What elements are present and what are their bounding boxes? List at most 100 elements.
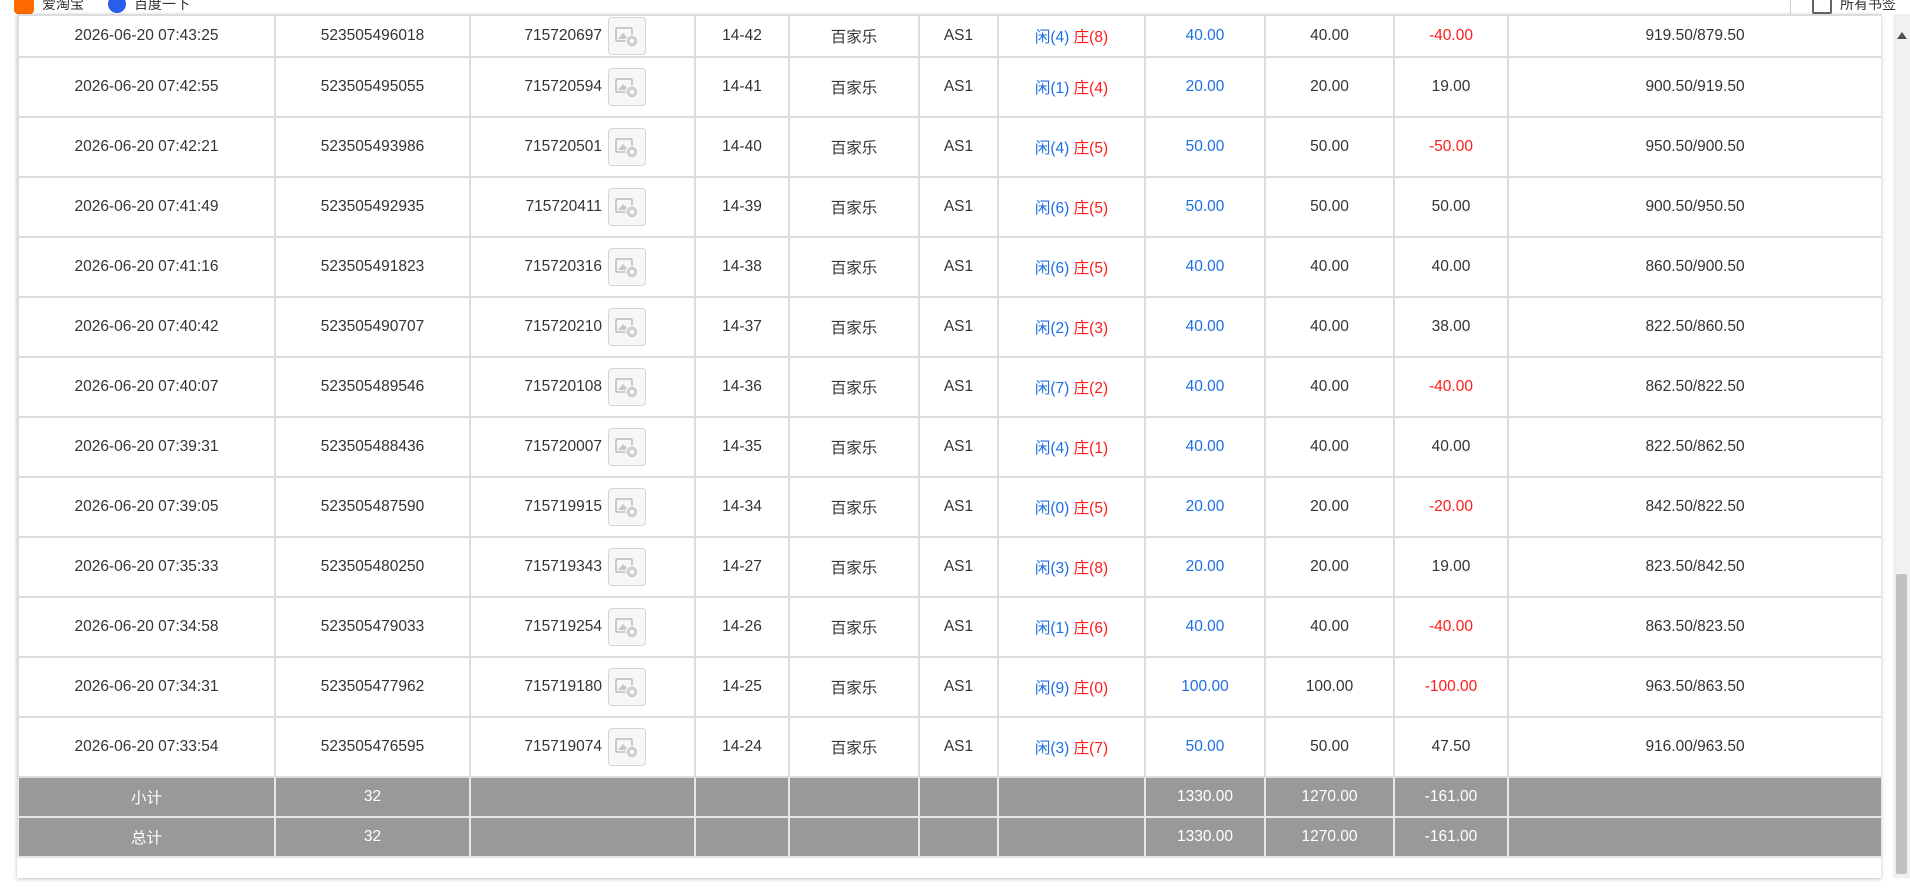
video-replay-icon[interactable] [608,488,646,526]
banker-result: 庄(3) [1073,320,1109,337]
game-id-cell: 715719180 [469,656,696,718]
player-result: 闲(9) [1034,680,1070,697]
video-replay-icon[interactable] [608,668,646,706]
result-cell: 闲(2) 庄(3) [997,296,1146,358]
balance-change: 863.50/823.50 [1507,596,1881,658]
subtotal-valid: 1270.00 [1264,776,1395,818]
game-type: 百家乐 [788,416,920,478]
table-row: 2026-06-20 07:42:55 523505495055 715720594… [17,56,1881,118]
bet-time: 2026-06-20 07:39:05 [17,476,276,538]
total-count: 32 [274,816,471,858]
table-row: 2026-06-20 07:39:05 523505487590 715719915… [17,476,1881,538]
order-number: 523505480250 [274,536,471,598]
order-number: 523505495055 [274,56,471,118]
subtotal-count: 32 [274,776,471,818]
table-code: AS1 [918,116,999,178]
video-replay-icon[interactable] [608,68,646,106]
game-type: 百家乐 [788,356,920,418]
game-type: 百家乐 [788,656,920,718]
player-result: 闲(3) [1034,560,1070,577]
game-id-cell: 715720594 [469,56,696,118]
player-result: 闲(7) [1034,380,1070,397]
video-replay-icon[interactable] [608,368,646,406]
order-number: 523505488436 [274,416,471,478]
game-id: 715719254 [524,618,602,635]
bookmark-baidu[interactable]: 百度一下 [108,0,190,14]
player-result: 闲(4) [1034,440,1070,457]
folder-icon [1812,0,1832,14]
video-replay-icon[interactable] [608,728,646,766]
banker-result: 庄(4) [1073,80,1109,97]
valid-bet: 20.00 [1264,536,1395,598]
video-replay-icon[interactable] [608,548,646,586]
video-replay-icon[interactable] [608,248,646,286]
bet-time: 2026-06-20 07:42:55 [17,56,276,118]
bet-amount: 40.00 [1144,596,1266,658]
video-replay-icon[interactable] [608,17,646,55]
result-cell: 闲(1) 庄(4) [997,56,1146,118]
game-id-cell: 715719343 [469,536,696,598]
balance-change: 919.50/879.50 [1507,14,1881,58]
table-code: AS1 [918,476,999,538]
all-bookmarks-button[interactable]: 所有书签 [1812,0,1896,14]
bet-time: 2026-06-20 07:41:16 [17,236,276,298]
table-row: 2026-06-20 07:42:21 523505493986 715720501… [17,116,1881,178]
valid-bet: 40.00 [1264,236,1395,298]
banker-result: 庄(8) [1073,29,1109,46]
table-code: AS1 [918,176,999,238]
player-result: 闲(6) [1034,200,1070,217]
win-loss: 40.00 [1393,236,1509,298]
order-number: 523505490707 [274,296,471,358]
page-scrollbar[interactable] [1893,14,1910,878]
game-type: 百家乐 [788,236,920,298]
video-replay-icon[interactable] [608,188,646,226]
subtotal-row: 小计 32 1330.00 1270.00 -161.00 [17,776,1881,818]
shoe-round: 14-38 [694,236,790,298]
video-replay-icon[interactable] [608,308,646,346]
order-number: 523505496018 [274,14,471,58]
bet-time: 2026-06-20 07:34:58 [17,596,276,658]
player-result: 闲(4) [1034,29,1070,46]
game-id: 715720007 [524,438,602,455]
shoe-round: 14-26 [694,596,790,658]
game-id: 715720501 [524,138,602,155]
video-replay-icon[interactable] [608,608,646,646]
baidu-paw-icon [108,0,126,13]
scroll-up-arrow-icon[interactable] [1897,32,1907,39]
game-id: 715719074 [524,738,602,755]
bet-amount: 40.00 [1144,356,1266,418]
shoe-round: 14-41 [694,56,790,118]
table-row: 2026-06-20 07:40:42 523505490707 715720210… [17,296,1881,358]
game-id-cell: 715719915 [469,476,696,538]
scrollbar-thumb[interactable] [1896,574,1907,874]
valid-bet: 50.00 [1264,176,1395,238]
order-number: 523505492935 [274,176,471,238]
table-row: 2026-06-20 07:34:31 523505477962 715719180… [17,656,1881,718]
game-id: 715720108 [524,378,602,395]
order-number: 523505477962 [274,656,471,718]
win-loss: 40.00 [1393,416,1509,478]
bet-amount: 50.00 [1144,716,1266,778]
game-type: 百家乐 [788,716,920,778]
order-number: 523505491823 [274,236,471,298]
balance-change: 900.50/950.50 [1507,176,1881,238]
subtotal-bet: 1330.00 [1144,776,1266,818]
bookmark-aitaobao[interactable]: 爱淘宝 [14,0,84,14]
bookmarks-bar: 爱淘宝 百度一下 所有书签 [0,0,1910,14]
video-replay-icon[interactable] [608,128,646,166]
game-id-cell: 715719254 [469,596,696,658]
valid-bet: 50.00 [1264,716,1395,778]
game-id: 715720316 [524,258,602,275]
bet-amount: 100.00 [1144,656,1266,718]
shoe-round: 14-35 [694,416,790,478]
balance-change: 822.50/860.50 [1507,296,1881,358]
bet-time: 2026-06-20 07:35:33 [17,536,276,598]
game-type: 百家乐 [788,536,920,598]
valid-bet: 50.00 [1264,116,1395,178]
video-replay-icon[interactable] [608,428,646,466]
game-type: 百家乐 [788,296,920,358]
bet-time: 2026-06-20 07:40:42 [17,296,276,358]
player-result: 闲(2) [1034,320,1070,337]
shoe-round: 14-42 [694,14,790,58]
game-type: 百家乐 [788,476,920,538]
